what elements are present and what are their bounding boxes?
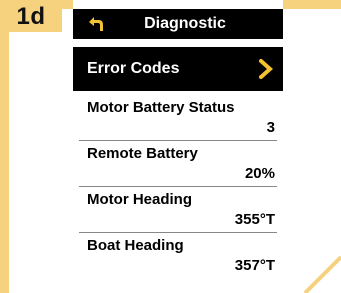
remote-battery-item: Remote Battery 20% — [73, 143, 283, 189]
boat-heading-item: Boat Heading 357°T — [73, 235, 283, 281]
device-screen: Diagnostic Error Codes Motor Battery Sta… — [73, 0, 283, 293]
divider — [79, 140, 277, 141]
item-value: 355°T — [234, 211, 275, 228]
step-label: 1d — [0, 0, 62, 32]
item-value: 20% — [244, 165, 275, 182]
chevron-right-icon — [259, 59, 273, 79]
item-name: Motor Battery Status — [87, 99, 235, 116]
item-name: Boat Heading — [87, 237, 184, 254]
title-bar: Diagnostic — [73, 9, 283, 39]
error-codes-menu-item[interactable]: Error Codes — [73, 47, 283, 91]
motor-battery-status-item: Motor Battery Status 3 — [73, 97, 283, 143]
item-value: 357°T — [234, 257, 275, 274]
error-codes-label: Error Codes — [87, 60, 180, 77]
page-title: Diagnostic — [144, 15, 226, 32]
divider — [79, 232, 277, 233]
item-name: Motor Heading — [87, 191, 192, 208]
corner-decoration — [291, 243, 341, 293]
divider — [79, 186, 277, 187]
item-value: 3 — [266, 119, 275, 136]
motor-heading-item: Motor Heading 355°T — [73, 189, 283, 235]
item-name: Remote Battery — [87, 145, 198, 162]
